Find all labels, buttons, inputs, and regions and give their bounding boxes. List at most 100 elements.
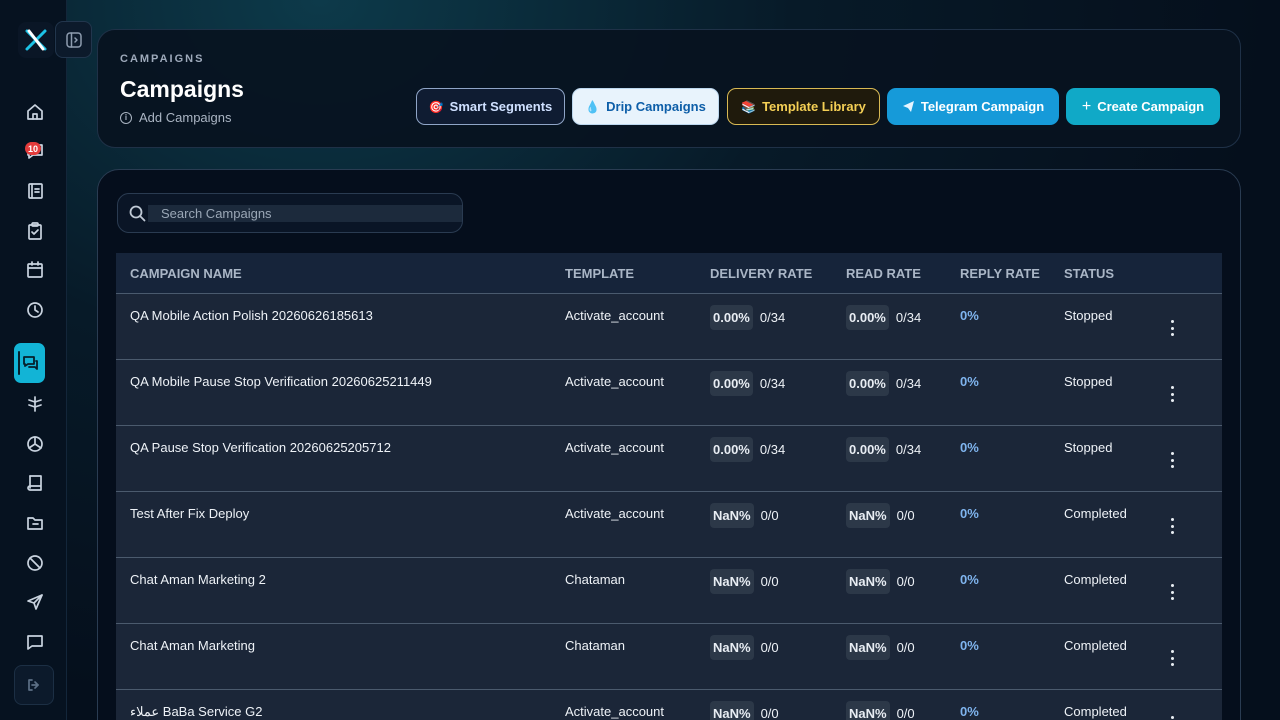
- table-row[interactable]: Chat Aman Marketing Chataman NaN% 0/0 Na…: [116, 624, 1222, 690]
- smart-segments-button[interactable]: 🎯 Smart Segments: [416, 88, 565, 125]
- campaign-messages-icon: [22, 356, 38, 370]
- status-text: Completed: [1064, 638, 1127, 653]
- page-header: CAMPAIGNS Campaigns i Add Campaigns 🎯 Sm…: [97, 29, 1241, 148]
- drip-campaigns-button[interactable]: 💧 Drip Campaigns: [572, 88, 719, 125]
- subtitle-text: Add Campaigns: [139, 110, 232, 125]
- reply-rate: 0%: [960, 638, 979, 653]
- column-reply-rate[interactable]: REPLY RATE: [960, 266, 1040, 281]
- nav-files[interactable]: [20, 508, 50, 538]
- row-actions-menu-icon[interactable]: [1166, 320, 1178, 336]
- campaign-name[interactable]: QA Mobile Pause Stop Verification 202606…: [130, 374, 432, 389]
- read-rate: NaN% 0/0: [846, 503, 915, 528]
- calendar-icon: [27, 261, 43, 278]
- template-name: Chataman: [565, 638, 625, 653]
- read-percent: NaN%: [846, 569, 890, 594]
- read-count: 0/0: [896, 640, 915, 655]
- row-actions-menu-icon[interactable]: [1166, 650, 1178, 666]
- template-library-label: Template Library: [762, 99, 866, 114]
- table-row[interactable]: QA Mobile Action Polish 20260626185613 A…: [116, 294, 1222, 360]
- drip-campaigns-label: Drip Campaigns: [606, 99, 706, 114]
- column-template[interactable]: TEMPLATE: [565, 266, 634, 281]
- nav-campaigns[interactable]: [14, 343, 45, 383]
- delivery-rate: 0.00% 0/34: [710, 437, 785, 462]
- info-icon: i: [120, 111, 132, 124]
- read-percent: NaN%: [846, 503, 890, 528]
- logout-button[interactable]: [14, 665, 54, 705]
- column-status[interactable]: STATUS: [1064, 266, 1114, 281]
- delivery-count: 0/34: [759, 376, 786, 391]
- delivery-count: 0/0: [760, 508, 779, 523]
- campaigns-table: CAMPAIGN NAME TEMPLATE DELIVERY RATE REA…: [116, 253, 1222, 720]
- smart-segments-label: Smart Segments: [449, 99, 553, 114]
- nav-library[interactable]: [20, 468, 50, 498]
- template-library-button[interactable]: 📚 Template Library: [727, 88, 880, 125]
- column-campaign-name[interactable]: CAMPAIGN NAME: [130, 266, 242, 281]
- campaign-name[interactable]: Chat Aman Marketing: [130, 638, 255, 653]
- nav-blocked[interactable]: [20, 548, 50, 578]
- table-header: CAMPAIGN NAME TEMPLATE DELIVERY RATE REA…: [116, 253, 1222, 294]
- search-input[interactable]: [148, 205, 462, 222]
- nav-home[interactable]: [20, 97, 50, 127]
- template-name: Chataman: [565, 572, 625, 587]
- delivery-rate: NaN% 0/0: [710, 569, 779, 594]
- read-count: 0/34: [895, 442, 922, 457]
- panel-toggle-icon: [65, 31, 82, 48]
- row-actions-menu-icon[interactable]: [1166, 386, 1178, 402]
- read-percent: 0.00%: [846, 305, 889, 330]
- table-row[interactable]: Test After Fix Deploy Activate_account N…: [116, 492, 1222, 558]
- table-row[interactable]: QA Mobile Pause Stop Verification 202606…: [116, 360, 1222, 426]
- campaign-name[interactable]: Chat Aman Marketing 2: [130, 572, 266, 587]
- row-actions-menu-icon[interactable]: [1166, 518, 1178, 534]
- cube-icon: [27, 436, 43, 452]
- home-icon: [27, 104, 43, 120]
- nav-contacts[interactable]: [20, 176, 50, 206]
- read-count: 0/0: [896, 508, 915, 523]
- row-actions-menu-icon[interactable]: [1166, 716, 1178, 720]
- delivery-rate: 0.00% 0/34: [710, 305, 785, 330]
- campaign-name[interactable]: عملاء BaBa Service G2: [130, 704, 262, 720]
- telegram-campaign-label: Telegram Campaign: [920, 99, 1045, 114]
- flow-icon: [28, 396, 42, 412]
- search-icon: [129, 205, 146, 222]
- delivery-count: 0/34: [759, 442, 786, 457]
- create-campaign-button[interactable]: + Create Campaign: [1066, 88, 1220, 125]
- nav-flows[interactable]: [20, 389, 50, 419]
- row-actions-menu-icon[interactable]: [1166, 452, 1178, 468]
- nav-tasks[interactable]: [20, 216, 50, 246]
- sidebar-toggle-button[interactable]: [55, 21, 92, 58]
- nav-calendar[interactable]: [20, 255, 50, 285]
- campaign-name[interactable]: Test After Fix Deploy: [130, 506, 249, 521]
- campaign-name[interactable]: QA Pause Stop Verification 2026062520571…: [130, 440, 391, 455]
- read-percent: 0.00%: [846, 437, 889, 462]
- column-delivery-rate[interactable]: DELIVERY RATE: [710, 266, 812, 281]
- reply-rate: 0%: [960, 704, 979, 719]
- delivery-percent: NaN%: [710, 503, 754, 528]
- nav-integrations[interactable]: [20, 429, 50, 459]
- campaign-name[interactable]: QA Mobile Action Polish 20260626185613: [130, 308, 373, 323]
- row-actions-menu-icon[interactable]: [1166, 584, 1178, 600]
- notification-badge: 10: [25, 142, 42, 155]
- read-percent: 0.00%: [846, 371, 889, 396]
- target-icon: 🎯: [428, 99, 444, 114]
- column-read-rate[interactable]: READ RATE: [846, 266, 921, 281]
- delivery-percent: 0.00%: [710, 437, 753, 462]
- template-name: Activate_account: [565, 506, 665, 521]
- table-row[interactable]: عملاء BaBa Service G2 Activate_account N…: [116, 690, 1222, 720]
- folder-icon: [27, 517, 43, 530]
- telegram-icon: [902, 101, 914, 112]
- clipboard-check-icon: [28, 222, 42, 240]
- app-logo[interactable]: [18, 22, 54, 58]
- template-name: Activate_account: [565, 440, 665, 455]
- search-box: [117, 193, 463, 233]
- books-icon: 📚: [741, 99, 757, 114]
- address-book-icon: [28, 183, 43, 199]
- message-square-icon: [27, 635, 43, 650]
- nav-broadcast[interactable]: [20, 587, 50, 617]
- table-row[interactable]: Chat Aman Marketing 2 Chataman NaN% 0/0 …: [116, 558, 1222, 624]
- nav-messages[interactable]: [20, 627, 50, 657]
- nav-history[interactable]: [20, 295, 50, 325]
- table-row[interactable]: QA Pause Stop Verification 2026062520571…: [116, 426, 1222, 492]
- campaigns-panel: CAMPAIGN NAME TEMPLATE DELIVERY RATE REA…: [97, 169, 1241, 720]
- telegram-campaign-button[interactable]: Telegram Campaign: [887, 88, 1059, 125]
- status-text: Stopped: [1064, 308, 1113, 323]
